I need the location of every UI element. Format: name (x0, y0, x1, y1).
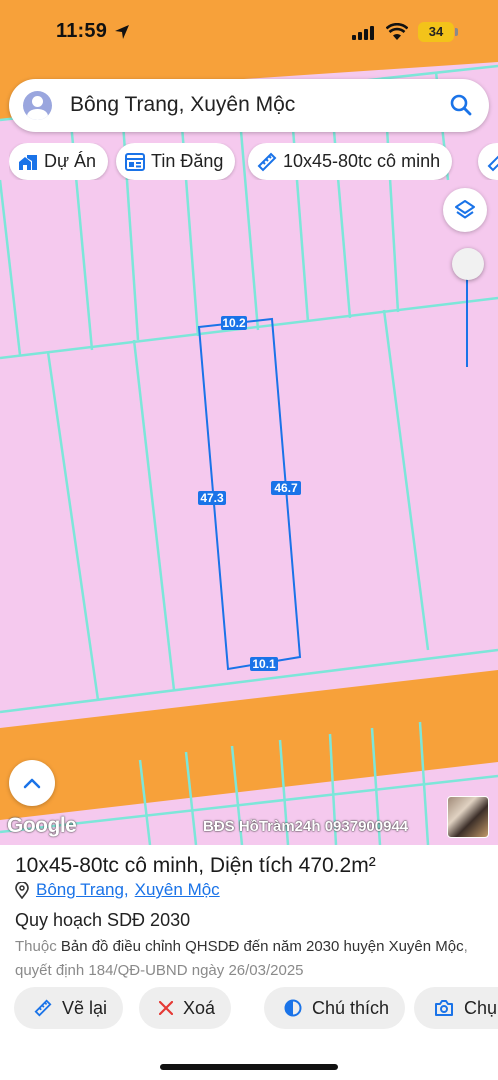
legend-label: Chú thích (312, 997, 390, 1018)
house-icon (18, 153, 38, 171)
legend-button[interactable]: Chú thích (264, 987, 406, 1029)
delete-button[interactable]: Xoá (139, 987, 232, 1029)
filter-chips: Dự Án Tin Đăng 10x45-80tc cô minh (9, 143, 498, 180)
chip-label: 10x45-80tc cô minh (283, 151, 441, 171)
address-link-commune[interactable]: Bông Trang (36, 880, 124, 900)
measure-bottom: 10.1 (252, 657, 276, 671)
ruler-icon (487, 152, 498, 172)
close-icon (159, 1001, 173, 1015)
chip-more[interactable] (478, 143, 498, 180)
parcel-info-sheet: 10x45-80tc cô minh, Diện tích 470.2m² Bô… (0, 845, 498, 1080)
measure-left: 47.3 (200, 491, 224, 505)
layers-button[interactable] (443, 188, 487, 232)
delete-label: Xoá (183, 997, 216, 1018)
address-link-district[interactable]: Xuyên Mộc (135, 880, 220, 900)
parcel-address: Bông Trang, Xuyên Mộc (15, 880, 220, 900)
cellular-signal-icon (352, 26, 374, 40)
search-query[interactable]: Bông Trang, Xuyên Mộc (70, 93, 295, 117)
action-buttons: Vẽ lại Xoá Chú thích Chụp (14, 987, 498, 1029)
measure-right: 46.7 (274, 481, 298, 495)
listing-icon (125, 152, 145, 171)
status-bar: 11:59 34 (0, 0, 498, 62)
battery-level: 34 (428, 24, 444, 39)
search-icon[interactable] (449, 93, 473, 117)
chip-tin-dang[interactable]: Tin Đăng (116, 143, 236, 180)
chip-label: Tin Đăng (151, 151, 224, 171)
location-pin-icon (15, 881, 29, 899)
redraw-button[interactable]: Vẽ lại (14, 987, 124, 1029)
redraw-label: Vẽ lại (62, 997, 108, 1018)
chip-measurement[interactable]: 10x45-80tc cô minh (248, 143, 453, 180)
capture-label: Chụp (464, 997, 498, 1018)
wifi-icon (386, 23, 408, 40)
desc-prefix: Thuộc (15, 938, 61, 955)
location-arrow-icon (115, 25, 129, 39)
watermark-text: BĐS HồTràm24h 0937900944 (203, 818, 409, 835)
redraw-icon (34, 999, 52, 1017)
legend-icon (284, 999, 302, 1017)
status-time: 11:59 (56, 20, 108, 42)
chevron-up-icon (23, 778, 41, 789)
layers-icon (455, 200, 475, 219)
capture-button[interactable]: Chụp (414, 987, 498, 1029)
street-photo-thumbnail[interactable] (447, 796, 489, 838)
opacity-slider-track[interactable] (466, 265, 468, 367)
home-indicator (160, 1064, 338, 1070)
planning-description: Thuộc Bản đồ điều chỉnh QHSDĐ đến năm 20… (15, 935, 485, 983)
parcel-title: 10x45-80tc cô minh, Diện tích 470.2m² (15, 854, 376, 877)
search-bar[interactable]: Bông Trang, Xuyên Mộc (9, 79, 489, 132)
measure-top: 10.2 (222, 316, 246, 330)
expand-up-button[interactable] (9, 760, 55, 806)
battery-indicator: 34 (418, 22, 458, 42)
desc-map-name: Bản đồ điều chỉnh QHSDĐ đến năm 2030 huy… (60, 938, 464, 955)
opacity-slider-handle[interactable] (452, 248, 484, 280)
avatar-icon[interactable] (23, 91, 52, 120)
chip-label: Dự Án (44, 151, 97, 171)
chip-du-an[interactable]: Dự Án (9, 143, 109, 180)
google-attribution: Google (7, 814, 77, 837)
address-separator: , (123, 880, 129, 899)
camera-icon (434, 999, 454, 1017)
planning-type: Quy hoạch SDĐ 2030 (15, 910, 191, 930)
ruler-icon (257, 152, 277, 172)
